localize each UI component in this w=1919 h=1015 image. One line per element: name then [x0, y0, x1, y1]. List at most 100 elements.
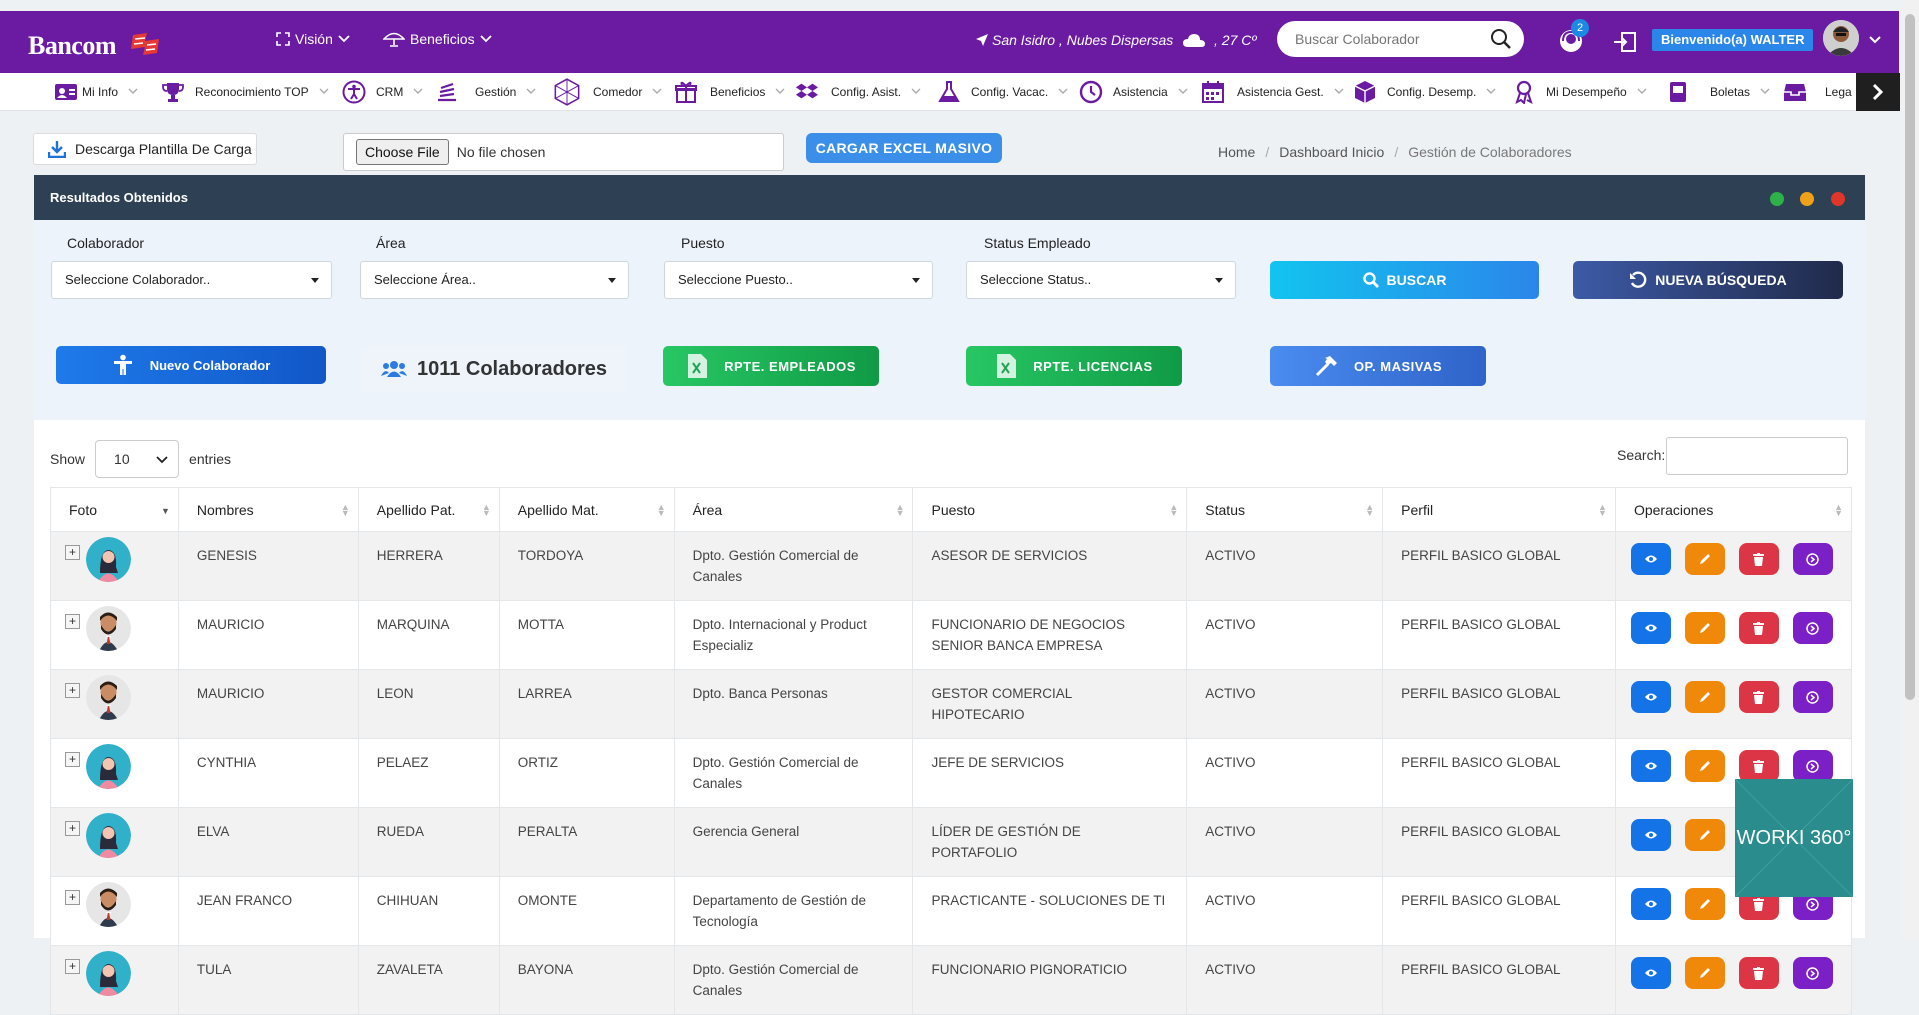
chevron-down-icon: [1334, 88, 1344, 94]
menubar-item-crm[interactable]: CRM: [342, 73, 423, 111]
cell-apellido-mat: TORDOYA: [498, 531, 675, 601]
view-button[interactable]: [1630, 612, 1671, 644]
close-panel-button[interactable]: [1831, 192, 1845, 206]
sort-icon: ▲ ▼: [1598, 502, 1607, 518]
refresh-panel-button[interactable]: [1770, 192, 1784, 206]
report-licenses-button[interactable]: RPTE. LICENCIAS: [966, 346, 1182, 386]
expand-row-button[interactable]: +: [65, 752, 80, 767]
column-header-operaciones[interactable]: Operaciones ▲ ▼: [1614, 487, 1853, 532]
view-button[interactable]: [1630, 681, 1671, 713]
breadcrumb-separator: /: [1394, 144, 1399, 160]
column-header-perfil[interactable]: Perfil ▲ ▼: [1382, 487, 1616, 532]
column-header-nombres[interactable]: Nombres ▲ ▼: [177, 487, 359, 532]
mass-operations-button[interactable]: OP. MASIVAS: [1270, 346, 1486, 386]
chevron-down-icon[interactable]: [1868, 33, 1882, 47]
expand-row-button[interactable]: +: [65, 890, 80, 905]
collaborator-search-input[interactable]: [1277, 21, 1524, 57]
delete-button[interactable]: [1738, 681, 1779, 713]
brand-logo[interactable]: Bancom: [28, 31, 117, 61]
edit-button[interactable]: [1684, 888, 1725, 920]
table-row: + MAURICIO LEON LARREA Dpto. Banca Personas G…: [50, 669, 1853, 739]
search-button[interactable]: BUSCAR: [1270, 261, 1539, 299]
bulk-upload-button[interactable]: CARGAR EXCEL MASIVO: [806, 133, 1002, 163]
column-header-puesto[interactable]: Puesto ▲ ▼: [912, 487, 1188, 532]
cell-nombres: TULA: [177, 945, 359, 1015]
menubar-item-reconocimiento[interactable]: Reconocimiento TOP: [161, 73, 329, 111]
menubar-item-asistencia-gest[interactable]: Asistencia Gest.: [1201, 73, 1344, 111]
edit-button[interactable]: [1684, 750, 1725, 782]
report-employees-button[interactable]: RPTE. EMPLEADOS: [663, 346, 879, 386]
view-button[interactable]: [1630, 750, 1671, 782]
expand-row-button[interactable]: +: [65, 614, 80, 629]
location-text: San Isidro , Nubes Dispersas: [975, 32, 1173, 48]
puesto-select-value: Seleccione Puesto..: [678, 272, 793, 287]
panel-title: Resultados Obtenidos: [50, 190, 188, 205]
menubar-item-asistencia[interactable]: Asistencia: [1079, 73, 1188, 111]
edit-button[interactable]: [1684, 612, 1725, 644]
menu-beneficios[interactable]: Beneficios: [383, 31, 492, 47]
delete-button[interactable]: [1738, 750, 1779, 782]
view-button[interactable]: [1630, 888, 1671, 920]
menubar-item-label: Boletas: [1710, 85, 1751, 99]
status-select[interactable]: Seleccione Status..: [966, 261, 1236, 299]
menubar-item-config-asist[interactable]: Config. Asist.: [795, 73, 921, 111]
more-actions-button[interactable]: [1792, 543, 1833, 575]
delete-button[interactable]: [1738, 543, 1779, 575]
edit-button[interactable]: [1684, 819, 1725, 851]
logout-icon[interactable]: [1613, 31, 1637, 53]
edit-button[interactable]: [1684, 681, 1725, 713]
menubar-item-mi-desempeno[interactable]: Mi Desempeño: [1512, 73, 1647, 111]
delete-button[interactable]: [1738, 612, 1779, 644]
table-search-input[interactable]: [1666, 437, 1848, 475]
column-header-foto[interactable]: Foto ▼: [50, 487, 179, 532]
view-button[interactable]: [1630, 819, 1671, 851]
menubar-item-label: Config. Desemp.: [1387, 85, 1477, 99]
menubar-item-lega[interactable]: Lega: [1783, 73, 1852, 111]
expand-row-button[interactable]: +: [65, 545, 80, 560]
user-avatar[interactable]: [1823, 20, 1859, 56]
menubar-item-comedor[interactable]: Comedor: [553, 73, 662, 111]
area-select[interactable]: Seleccione Área..: [360, 261, 629, 299]
colaborador-select[interactable]: Seleccione Colaborador..: [51, 261, 332, 299]
menubar-item-mi-info[interactable]: Mi Info: [54, 73, 138, 111]
choose-file-button[interactable]: Choose File: [356, 139, 449, 165]
expand-row-button[interactable]: +: [65, 683, 80, 698]
new-search-button[interactable]: NUEVA BÚSQUEDA: [1573, 261, 1843, 299]
mass-operations-label: OP. MASIVAS: [1353, 358, 1443, 374]
menubar-item-beneficios[interactable]: Beneficios: [674, 73, 785, 111]
file-input[interactable]: Choose File No file chosen: [343, 133, 784, 171]
column-header-status[interactable]: Status ▲ ▼: [1186, 487, 1384, 532]
row-operations: [1630, 750, 1851, 782]
new-collaborator-button[interactable]: Nuevo Colaborador: [56, 346, 326, 384]
edit-button[interactable]: [1684, 957, 1725, 989]
puesto-select[interactable]: Seleccione Puesto..: [664, 261, 933, 299]
column-header-apellido-mat[interactable]: Apellido Mat. ▲ ▼: [498, 487, 675, 532]
more-actions-button[interactable]: [1792, 612, 1833, 644]
more-actions-button[interactable]: [1792, 681, 1833, 713]
view-button[interactable]: [1630, 543, 1671, 575]
menubar-scroll-right-button[interactable]: [1856, 73, 1900, 111]
entries-select[interactable]: 10: [95, 440, 180, 478]
page-scrollbar-thumb[interactable]: [1905, 14, 1915, 700]
more-actions-button[interactable]: [1792, 957, 1833, 989]
expand-row-button[interactable]: +: [65, 821, 80, 836]
menubar-item-gestion[interactable]: Gestión: [435, 73, 536, 111]
menubar-item-boletas[interactable]: Boletas: [1666, 73, 1770, 111]
edit-button[interactable]: [1684, 543, 1725, 575]
column-header-apellido-pat[interactable]: Apellido Pat. ▲ ▼: [357, 487, 500, 532]
chevron-down-icon: [319, 88, 329, 94]
menu-vision[interactable]: Visión: [276, 31, 350, 47]
search-icon[interactable]: [1490, 28, 1512, 50]
expand-row-button[interactable]: +: [65, 959, 80, 974]
circle-arrow-icon: [1806, 621, 1820, 635]
more-actions-button[interactable]: [1792, 750, 1833, 782]
view-button[interactable]: [1630, 957, 1671, 989]
minimize-panel-button[interactable]: [1800, 192, 1814, 206]
breadcrumb-dashboard[interactable]: Dashboard Inicio: [1279, 144, 1384, 160]
column-header-area[interactable]: Área ▲ ▼: [673, 487, 914, 532]
download-template-button[interactable]: Descarga Plantilla De Carga: [33, 133, 257, 165]
delete-button[interactable]: [1738, 957, 1779, 989]
breadcrumb-home[interactable]: Home: [1218, 144, 1255, 160]
menubar-item-config-vacac[interactable]: Config. Vacac.: [937, 73, 1068, 111]
menubar-item-config-desemp[interactable]: Config. Desemp.: [1353, 73, 1496, 111]
